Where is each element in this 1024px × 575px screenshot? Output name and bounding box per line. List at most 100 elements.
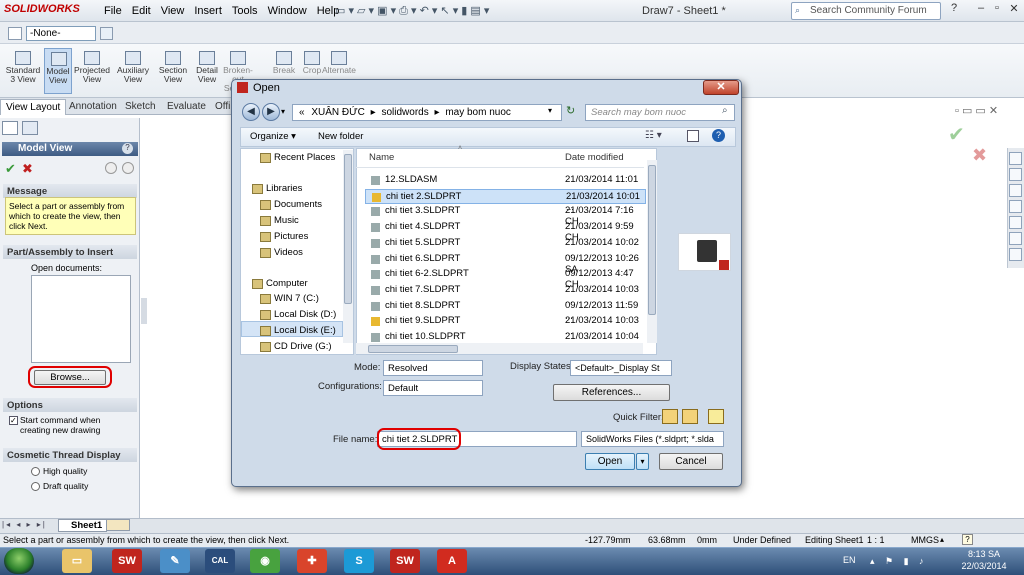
column-date-header[interactable]: Date modified xyxy=(565,152,624,163)
nav-item-documents[interactable]: Documents xyxy=(260,199,322,210)
tab-sketch[interactable]: Sketch xyxy=(120,99,161,115)
sheet-tab[interactable]: Sheet1 xyxy=(58,519,108,532)
file-type-select[interactable]: SolidWorks Files (*.sldprt; *.slda xyxy=(581,431,724,447)
folder-search-input[interactable]: Search may bom nuoc xyxy=(585,104,735,121)
file-hscroll-thumb[interactable] xyxy=(368,345,458,353)
options-section-header[interactable]: Options xyxy=(3,398,137,412)
solidworks-icon[interactable]: SW xyxy=(112,549,142,573)
task-pane-library-icon[interactable] xyxy=(1009,184,1022,197)
add-sheet-icon[interactable] xyxy=(106,519,130,531)
menu-view[interactable]: View xyxy=(161,5,185,17)
close-icon[interactable]: ✕ xyxy=(1005,2,1023,18)
nav-item-computer[interactable]: Computer xyxy=(252,278,308,289)
solidworks-logo[interactable]: SOLIDWORKS xyxy=(4,3,80,19)
file-row[interactable]: chi tiet 8.SLDPRT 09/12/2013 11:59 ... xyxy=(365,299,646,322)
task-pane-explorer-icon[interactable] xyxy=(1009,200,1022,213)
acrobat-icon[interactable]: A xyxy=(437,549,467,573)
ribbon-standard-3-view[interactable]: Standard 3 View xyxy=(3,48,43,94)
canvas-window-controls[interactable]: ▫ ▭ ▭ ✕ xyxy=(955,104,998,117)
community-search-input[interactable]: Search Community Forum xyxy=(791,2,941,20)
address-bar[interactable]: « XUÂN ĐỨC ▸ solidwords ▸ may bom nuoc xyxy=(292,104,562,121)
nav-item-music[interactable]: Music xyxy=(260,215,299,226)
clock-date[interactable]: 22/03/2014 xyxy=(960,561,1008,571)
draft-quality-radio[interactable] xyxy=(31,482,40,491)
file-scroll-thumb[interactable] xyxy=(648,165,656,315)
file-row[interactable]: chi tiet 6-2.SLDPRT 09/12/2013 4:47 CH xyxy=(365,267,646,290)
file-row[interactable]: chi tiet 9.SLDPRT 21/03/2014 10:03 ... xyxy=(365,314,646,337)
open-dropdown-icon[interactable]: ▾ xyxy=(636,453,649,470)
filter-parts-icon[interactable] xyxy=(662,409,678,424)
breadcrumb-solidwords[interactable]: solidwords xyxy=(381,107,428,118)
config-icon[interactable] xyxy=(100,27,113,40)
units-dropdown-icon[interactable]: ▴ xyxy=(940,535,944,544)
filter-drawings-icon[interactable] xyxy=(708,409,724,424)
cancel-button[interactable]: Cancel xyxy=(659,453,723,470)
pm-back-icon[interactable] xyxy=(105,162,117,174)
configuration-combo[interactable]: -None- xyxy=(26,26,96,41)
start-orb-icon[interactable] xyxy=(4,548,34,574)
clock-time[interactable]: 8:13 SA xyxy=(962,549,1006,559)
refresh-icon[interactable]: ↻ xyxy=(566,104,575,117)
preview-pane-icon[interactable] xyxy=(687,130,699,142)
nav-item-local-disk-d-[interactable]: Local Disk (D:) xyxy=(260,309,336,320)
nav-item-win-7-c-[interactable]: WIN 7 (C:) xyxy=(260,293,319,304)
quick-access-toolbar[interactable]: ▭ ▾ ▱ ▾ ▣ ▾ ⎙ ▾ ↶ ▾ ↖ ▾ ▮ ▤ ▾ xyxy=(335,4,489,18)
view-options-icon[interactable]: ☷ ▾ xyxy=(645,130,662,141)
skype-icon[interactable]: S xyxy=(344,549,374,573)
part-section-header[interactable]: Part/Assembly to Insert xyxy=(3,245,137,259)
restore-icon[interactable]: ▫ xyxy=(988,2,1006,18)
shield-icon[interactable]: ✚ xyxy=(297,549,327,573)
breadcrumb-may-bom-nuoc[interactable]: may bom nuoc xyxy=(445,107,511,118)
task-pane-home-icon[interactable] xyxy=(1009,152,1022,165)
nav-scroll-thumb[interactable] xyxy=(344,154,352,304)
cancel-x-icon-pm[interactable]: ✖ xyxy=(22,161,33,177)
ribbon-projected-view[interactable]: Projected View xyxy=(72,48,112,94)
back-arrow-icon[interactable]: ◀ xyxy=(242,103,260,121)
display-states-select[interactable]: <Default>_Display St xyxy=(570,360,672,376)
menu-tools[interactable]: Tools xyxy=(232,5,258,17)
chrome-icon[interactable]: ◉ xyxy=(250,549,280,573)
tab-annotation[interactable]: Annotation xyxy=(64,99,122,115)
menu-insert[interactable]: Insert xyxy=(194,5,222,17)
status-units[interactable]: MMGS xyxy=(911,535,939,545)
high-quality-radio[interactable] xyxy=(31,467,40,476)
ribbon-auxiliary-view[interactable]: Auxiliary View xyxy=(113,48,153,94)
dialog-close-icon[interactable]: ✕ xyxy=(703,80,739,95)
confirm-check-icon[interactable]: ✔ xyxy=(948,122,965,147)
tray-icons[interactable]: ▴ ⚑ ▮ ♪ xyxy=(870,556,928,567)
mode-select[interactable]: Resolved xyxy=(383,360,483,376)
open-button[interactable]: Open xyxy=(585,453,635,470)
nav-item-cd-drive-g-[interactable]: CD Drive (G:) xyxy=(260,341,332,352)
solidworks-2-icon[interactable]: SW xyxy=(390,549,420,573)
task-pane-custom-icon[interactable] xyxy=(1009,248,1022,261)
nav-item-local-disk-e-[interactable]: Local Disk (E:) xyxy=(260,325,336,336)
nav-item-videos[interactable]: Videos xyxy=(260,247,303,258)
status-help[interactable]: ? xyxy=(962,534,973,545)
menu-window[interactable]: Window xyxy=(268,5,307,17)
file-row[interactable]: chi tiet 5.SLDPRT 21/03/2014 10:02 ... xyxy=(365,236,646,259)
file-row[interactable]: 12.SLDASM21/03/2014 11:01 ... xyxy=(365,173,646,196)
forward-arrow-icon[interactable]: ▶ xyxy=(262,103,280,121)
filter-assemblies-icon[interactable] xyxy=(682,409,698,424)
open-documents-list[interactable] xyxy=(31,275,131,363)
language-indicator[interactable]: EN xyxy=(843,555,856,565)
property-manager-tab-icon[interactable] xyxy=(22,121,38,135)
paint-icon[interactable]: ✎ xyxy=(160,549,190,573)
feature-tree-tab-icon[interactable] xyxy=(2,121,18,135)
cosmetic-section-header[interactable]: Cosmetic Thread Display xyxy=(3,448,137,462)
help-icon[interactable]: ? xyxy=(945,2,963,18)
folder-icon[interactable]: ▭ xyxy=(62,549,92,573)
cancel-x-icon[interactable]: ✖ xyxy=(972,145,987,166)
tab-view-layout[interactable]: View Layout xyxy=(0,99,67,115)
file-row[interactable]: chi tiet 4.SLDPRT 21/03/2014 9:59 CH xyxy=(365,220,646,243)
menu-file[interactable]: File xyxy=(104,5,122,17)
file-row[interactable]: chi tiet 7.SLDPRT 21/03/2014 10:03 ... xyxy=(365,283,646,306)
task-pane-appearance-icon[interactable] xyxy=(1009,232,1022,245)
references-button[interactable]: References... xyxy=(553,384,670,401)
calc-icon[interactable]: CAL xyxy=(205,549,235,573)
nav-item-pictures[interactable]: Pictures xyxy=(260,231,308,242)
organize-button[interactable]: Organize ▾ xyxy=(250,131,296,142)
configurations-select[interactable]: Default xyxy=(383,380,483,396)
task-pane-view-palette-icon[interactable] xyxy=(1009,216,1022,229)
new-folder-button[interactable]: New folder xyxy=(318,131,363,142)
